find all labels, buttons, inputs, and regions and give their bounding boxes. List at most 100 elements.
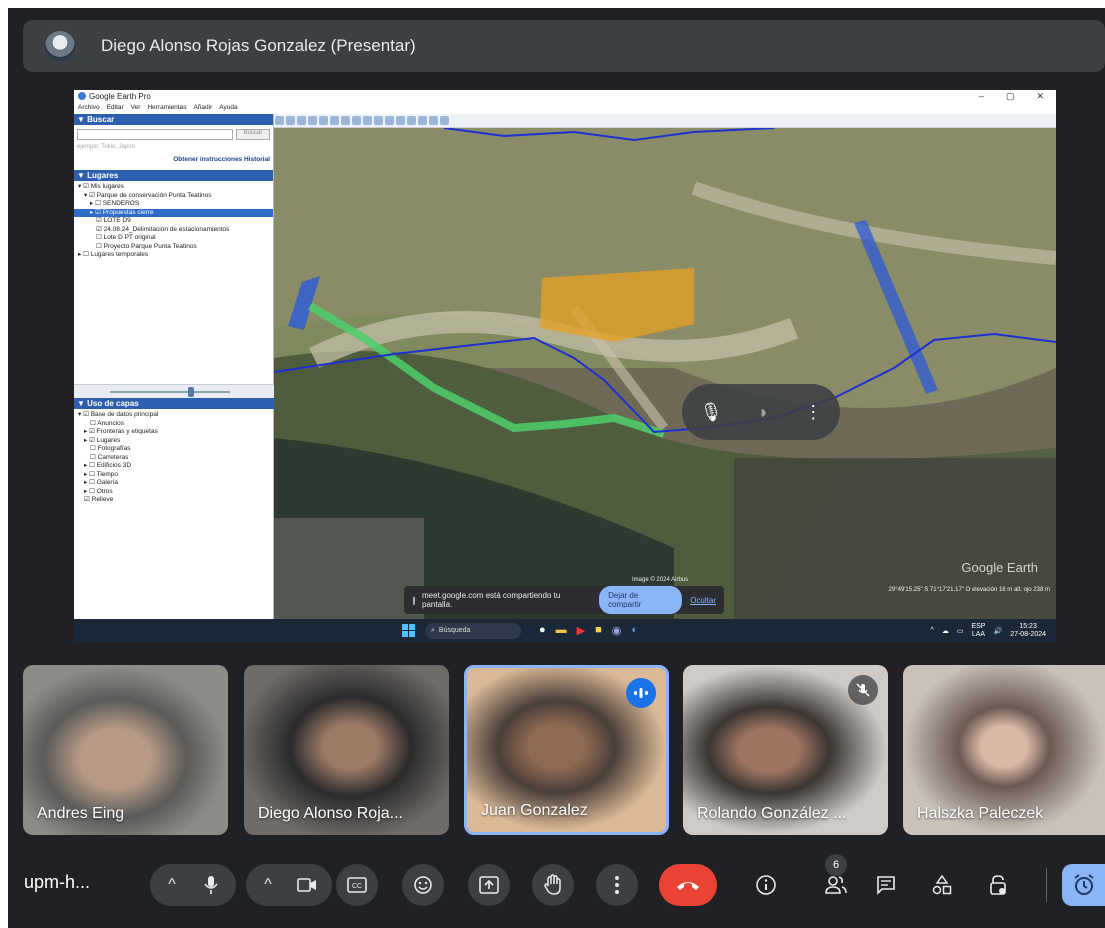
toolbar-tool[interactable] — [418, 116, 427, 125]
place-item[interactable]: ▾ ☑ Mis lugares — [74, 183, 273, 192]
presenter-avatar — [45, 31, 75, 61]
people-button[interactable] — [820, 864, 852, 906]
battery-icon[interactable]: ▭ — [957, 627, 964, 635]
place-item[interactable]: ▸ ☐ Lugares temporales — [74, 251, 273, 260]
file-explorer-icon[interactable]: ▬ — [556, 624, 567, 637]
menu-editar[interactable]: Editar — [107, 104, 124, 111]
taskbar-search[interactable]: ⌕ Búsqueda — [425, 622, 521, 639]
toolbar-tool[interactable] — [407, 116, 416, 125]
layer-item[interactable]: ☐ Anuncios — [74, 420, 274, 429]
place-item[interactable]: ☐ Proyecto Parque Punta Teatinos — [74, 243, 273, 252]
language-indicator[interactable]: ESP LAA — [971, 623, 985, 639]
windows-start-icon[interactable] — [402, 624, 415, 637]
captions-button[interactable]: CC — [336, 864, 378, 906]
menu-archivo[interactable]: Archivo — [78, 104, 100, 111]
menu-ayuda[interactable]: Ayuda — [219, 104, 237, 111]
place-item[interactable]: ▸ ☐ SENDEROS — [74, 200, 273, 209]
taskbar-clock[interactable]: 15:23 27-08-2024 — [1010, 623, 1046, 639]
satellite-map[interactable]: Image © 2024 Airbus Google Earth 29°49'1… — [274, 128, 1056, 619]
menu-herramientas[interactable]: Herramientas — [147, 104, 186, 111]
present-button[interactable] — [468, 864, 510, 906]
toolbar-tool[interactable] — [297, 116, 306, 125]
search-icon: ⌕ — [431, 626, 435, 634]
toolbar-tool[interactable] — [330, 116, 339, 125]
audio-options-chevron-icon[interactable]: ^ — [154, 876, 190, 894]
layer-item[interactable]: ☑ Relieve — [74, 496, 274, 505]
reactions-button[interactable] — [402, 864, 444, 906]
opacity-slider-handle[interactable] — [188, 387, 194, 397]
menu-anadir[interactable]: Añadir — [193, 104, 212, 111]
hide-notice-link[interactable]: Ocultar — [690, 596, 716, 605]
close-icon[interactable]: ✕ — [1036, 91, 1044, 102]
place-item[interactable]: ☑ LOTE D9 — [74, 217, 273, 226]
toolbar-tool[interactable] — [341, 116, 350, 125]
host-controls-button[interactable] — [982, 864, 1014, 906]
toolbar-tool[interactable] — [385, 116, 394, 125]
browser-icon[interactable]: ◐ — [631, 624, 638, 637]
activities-button[interactable] — [926, 864, 958, 906]
mic-off-icon[interactable]: 🎙 — [700, 402, 723, 423]
participant-tile-active[interactable]: Juan Gonzalez — [464, 665, 669, 835]
participant-tile[interactable]: Diego Alonso Roja... — [244, 665, 449, 835]
chat-button[interactable] — [870, 864, 902, 906]
toolbar-tool[interactable] — [429, 116, 438, 125]
layer-item[interactable]: ▾ ☑ Base de datos principal — [74, 411, 274, 420]
camera-button[interactable] — [286, 878, 328, 892]
ge-search-button[interactable]: Buscar — [236, 129, 270, 140]
volume-icon[interactable]: 🔊 — [993, 627, 1002, 635]
layer-item[interactable]: ▸ ☐ Otros — [74, 488, 274, 497]
sticky-notes-icon[interactable]: ■ — [595, 624, 602, 637]
layer-item[interactable]: ▸ ☑ Lugares — [74, 437, 274, 446]
mic-button[interactable] — [190, 864, 232, 906]
maximize-icon[interactable]: ▢ — [1006, 91, 1015, 102]
layer-item[interactable]: ☐ Carreteras — [74, 454, 274, 463]
video-options-chevron-icon[interactable]: ^ — [250, 876, 286, 894]
timer-button[interactable] — [1062, 864, 1105, 906]
layer-item[interactable]: ▸ ☐ Galería — [74, 479, 274, 488]
toolbar-tool[interactable] — [275, 116, 284, 125]
place-item-selected[interactable]: ▸ ☑ Propuestas cierre — [74, 208, 273, 217]
tray-chevron-icon[interactable]: ^ — [931, 627, 934, 634]
meeting-code[interactable]: upm-h... — [24, 872, 90, 893]
layer-item[interactable]: ▸ ☐ Edificios 3D — [74, 462, 274, 471]
participant-tile[interactable]: Rolando González ... — [683, 665, 888, 835]
layers-section-header[interactable]: ▼ Uso de capas — [74, 398, 274, 409]
places-tree: ▾ ☑ Mis lugares ▾ ☑ Parque de conservaci… — [74, 181, 273, 260]
youtube-icon[interactable]: ▶ — [577, 624, 585, 637]
place-item[interactable]: ☑ 24.08.24_Delimitación de estacionamien… — [74, 226, 273, 235]
place-item[interactable]: ▾ ☑ Parque de conservación Punta Teatino… — [74, 192, 273, 201]
toolbar-tool[interactable] — [352, 116, 361, 125]
ge-search-input[interactable] — [77, 129, 233, 140]
chrome-icon[interactable]: ● — [539, 624, 546, 637]
toolbar-tool[interactable] — [319, 116, 328, 125]
more-options-button[interactable] — [596, 864, 638, 906]
participant-tile[interactable]: Halszka Paleczek — [903, 665, 1105, 835]
presenter-banner: Diego Alonso Rojas Gonzalez (Presentar) — [23, 20, 1105, 72]
search-section-header[interactable]: ▼ Buscar — [74, 114, 273, 125]
raise-hand-button[interactable] — [532, 864, 574, 906]
layer-item[interactable]: ▸ ☑ Fronteras y etiquetas — [74, 428, 274, 437]
opacity-slider-track[interactable] — [110, 391, 230, 393]
ge-directions-links[interactable]: Obtener instrucciones Historial — [74, 156, 273, 170]
places-section-header[interactable]: ▼ Lugares — [74, 170, 273, 181]
cloud-icon[interactable]: ☁ — [942, 627, 949, 635]
toolbar-tool[interactable] — [308, 116, 317, 125]
more-options-icon[interactable]: ⋮ — [804, 402, 822, 423]
leave-call-button[interactable] — [659, 864, 717, 906]
mic-level-icon[interactable]: ◗ — [758, 402, 769, 423]
menu-ver[interactable]: Ver — [131, 104, 141, 111]
participant-tile[interactable]: Andres Eing — [23, 665, 228, 835]
layer-item[interactable]: ☐ Fotografías — [74, 445, 274, 454]
minimize-icon[interactable]: – — [979, 91, 984, 102]
place-item[interactable]: ☐ Lote D PT original — [74, 234, 273, 243]
stop-sharing-button[interactable]: Dejar de compartir — [599, 586, 683, 614]
layer-item[interactable]: ▸ ☐ Tiempo — [74, 471, 274, 480]
toolbar-tool[interactable] — [396, 116, 405, 125]
toolbar-tool[interactable] — [374, 116, 383, 125]
toolbar-tool[interactable] — [440, 116, 449, 125]
google-earth-icon[interactable]: ◉ — [612, 624, 622, 637]
toolbar-tool[interactable] — [363, 116, 372, 125]
toolbar-tool[interactable] — [286, 116, 295, 125]
meeting-info-button[interactable] — [750, 864, 782, 906]
system-tray: ^ ☁ ▭ ESP LAA 🔊 15:23 27-08-2024 — [931, 623, 1046, 639]
